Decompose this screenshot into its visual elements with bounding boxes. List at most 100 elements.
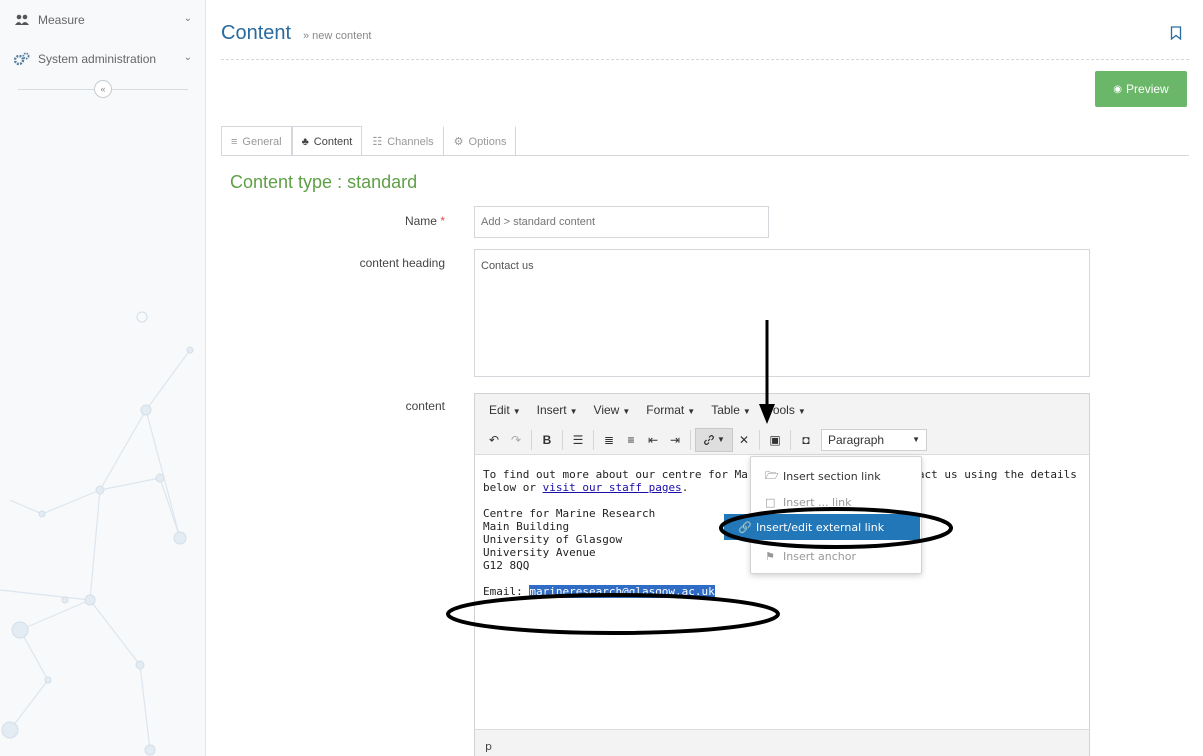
image-icon[interactable]: ▣: [764, 429, 786, 451]
tab-label: Options: [468, 135, 507, 148]
menu-item-insert-anchor[interactable]: ⚑ Insert anchor: [751, 543, 921, 569]
tab-content[interactable]: ♣ Content: [291, 126, 363, 156]
preview-label: Preview: [1126, 82, 1169, 96]
menu-item-insert-edit-external-link[interactable]: 🔗 Insert/edit external link: [724, 514, 920, 540]
chevron-down-icon: ⌄: [183, 13, 192, 24]
unlink-icon[interactable]: ✕: [733, 429, 755, 451]
tab-general[interactable]: ≡ General: [221, 126, 292, 156]
header-divider: [221, 59, 1189, 60]
bold-icon[interactable]: B: [536, 429, 558, 451]
menu-item-label: Insert/edit external link: [756, 520, 885, 534]
gears-icon: ⚙: [453, 136, 464, 148]
toolbar-separator: [790, 429, 791, 450]
sidebar-item-system-administration[interactable]: System administration ⌄: [0, 46, 205, 72]
sliders-icon: ≡: [231, 135, 238, 148]
menu-item-insert-page-link[interactable]: □ Insert ... link: [751, 489, 921, 515]
menu-label: Table: [711, 402, 740, 417]
tab-label: General: [242, 135, 282, 148]
network-background-graphic: [0, 311, 194, 756]
breadcrumb: » new content: [303, 30, 372, 42]
content-label: content: [405, 399, 445, 413]
indent-icon[interactable]: ⇥: [664, 429, 686, 451]
undo-icon[interactable]: ↶: [483, 429, 505, 451]
content-heading-field[interactable]: Contact us: [474, 249, 1090, 377]
staff-pages-link[interactable]: visit our staff pages: [543, 481, 682, 494]
folder-icon: 🗁: [765, 468, 779, 482]
chevron-down-icon: ⌄: [183, 52, 192, 63]
menu-label: Insert: [536, 402, 567, 417]
editor-menubar: Edit ▼ Insert ▼ View ▼ Format ▼ Table ▼ Tools…: [475, 394, 1089, 425]
menu-item-label: Insert section link: [783, 469, 881, 483]
network-icon: ♣: [301, 135, 309, 148]
menu-label: Format: [646, 402, 685, 417]
content-type-heading: Content type : standard: [230, 172, 418, 192]
sidebar-item-label: System administration: [38, 52, 157, 66]
editor-toolbar: ↶ ↷ B ☰ ≣ ≡ ⇤ ⇥ ▼ ✕ ▣ ◘ Paragraph ▼: [475, 425, 1089, 455]
sidebar-item-label: Measure: [38, 13, 85, 27]
menu-label: View: [593, 402, 620, 417]
numbered-list-icon[interactable]: ≡: [620, 429, 642, 451]
tab-label: Channels: [387, 135, 434, 148]
content-heading-value: Contact us: [481, 260, 534, 272]
tab-underline: [221, 155, 1189, 156]
body-text: .: [681, 481, 689, 494]
outdent-icon[interactable]: ⇤: [642, 429, 664, 451]
element-path[interactable]: p: [485, 740, 492, 753]
toolbar-separator: [690, 429, 691, 450]
toolbar-separator: [759, 429, 760, 450]
menu-tools[interactable]: Tools ▼: [759, 403, 814, 417]
name-label-text: Name: [404, 214, 437, 228]
toolbar-separator: [593, 429, 594, 450]
toolbar-separator: [531, 429, 532, 450]
eye-icon: ◉: [1113, 83, 1123, 95]
menu-label: Edit: [489, 402, 510, 417]
link-icon: 🔗: [738, 520, 752, 534]
tab-bar: ≡ General ♣ Content ☷ Channels ⚙ Options: [221, 126, 517, 156]
bookmark-icon[interactable]: [1170, 26, 1182, 43]
body-text: act us using the details: [917, 468, 1077, 481]
file-icon: □: [765, 495, 776, 509]
eraser-icon[interactable]: ◘: [795, 429, 817, 451]
preview-button[interactable]: ◉ Preview: [1095, 71, 1187, 107]
selected-email[interactable]: marineresearch@glasgow.ac.uk: [529, 585, 715, 598]
body-text: To find out more about our centre for Ma: [483, 468, 748, 481]
toolbar-separator: [562, 429, 563, 450]
sidebar: Measure ⌄ System administration ⌄ «: [0, 0, 206, 756]
menu-view[interactable]: View ▼: [586, 403, 639, 417]
name-input[interactable]: [474, 206, 769, 238]
name-label: Name *: [265, 214, 445, 228]
menu-label: Tools: [766, 402, 795, 417]
menu-item-insert-section-link[interactable]: 🗁 Insert section link: [751, 463, 921, 489]
align-left-icon[interactable]: ☰: [567, 429, 589, 451]
email-line: Email: marineresearch@glasgow.ac.uk: [483, 585, 1081, 598]
double-chevron-left-icon[interactable]: «: [94, 80, 112, 98]
menu-table[interactable]: Table ▼: [703, 403, 759, 417]
rich-text-editor: Edit ▼ Insert ▼ View ▼ Format ▼ Table ▼ Tools…: [474, 393, 1090, 756]
sidebar-item-measure[interactable]: Measure ⌄: [0, 7, 205, 33]
menu-item-label: Insert anchor: [783, 549, 857, 563]
menu-format[interactable]: Format ▼: [638, 403, 703, 417]
link-dropdown-button[interactable]: ▼: [695, 427, 733, 452]
body-text: below or: [483, 481, 543, 494]
content-heading-label: content heading: [359, 256, 445, 270]
page-title: Content: [221, 22, 292, 44]
group-icon: [14, 13, 30, 27]
required-mark: *: [440, 214, 445, 228]
link-icon: [704, 434, 714, 445]
sitemap-icon: ☷: [372, 136, 383, 148]
block-format-select[interactable]: Paragraph ▼: [821, 428, 927, 451]
menu-item-label: Insert ... link: [783, 495, 852, 509]
tab-label: Content: [313, 135, 353, 148]
bullet-list-icon[interactable]: ≣: [598, 429, 620, 451]
chevron-down-icon: ▼: [912, 435, 920, 444]
menu-edit[interactable]: Edit ▼: [481, 403, 529, 417]
gears-icon: [14, 52, 30, 66]
menu-insert[interactable]: Insert ▼: [529, 403, 586, 417]
tab-channels[interactable]: ☷ Channels: [362, 126, 444, 156]
email-label: Email:: [483, 585, 530, 598]
bookmark-icon: ⚑: [765, 549, 775, 563]
block-format-value: Paragraph: [828, 432, 885, 447]
redo-icon[interactable]: ↷: [505, 429, 527, 451]
editor-statusbar: p: [475, 729, 1089, 756]
tab-options[interactable]: ⚙ Options: [444, 126, 517, 156]
